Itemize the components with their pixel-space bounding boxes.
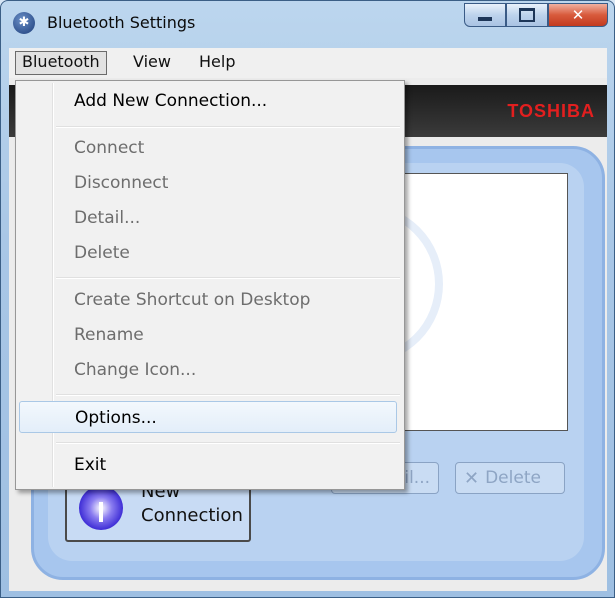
menu-bar: Bluetooth View Help	[9, 48, 607, 79]
menu-separator	[56, 394, 400, 396]
title-bar[interactable]: ✱ Bluetooth Settings ✕	[1, 1, 614, 45]
window-title: Bluetooth Settings	[47, 13, 196, 32]
close-icon: ✕	[571, 6, 585, 24]
delete-button-label: Delete	[485, 468, 541, 488]
minimize-icon	[478, 17, 492, 21]
delete-button[interactable]: ✕ Delete	[455, 462, 565, 494]
menu-item-options[interactable]: Options...	[19, 401, 397, 433]
toshiba-logo: TOSHIBA	[507, 101, 595, 121]
menu-item-exit[interactable]: Exit	[19, 449, 399, 481]
menu-item-add-new-connection[interactable]: Add New Connection...	[19, 85, 399, 117]
menu-separator	[56, 442, 400, 444]
new-connection-label-line2: Connection	[141, 505, 243, 526]
menu-item-disconnect[interactable]: Disconnect	[19, 167, 399, 199]
menu-separator	[56, 126, 400, 128]
delete-x-icon: ✕	[464, 467, 480, 489]
bluetooth-settings-window: ✱ Bluetooth Settings ✕ Bluetooth View He…	[0, 0, 615, 598]
menu-item-detail[interactable]: Detail...	[19, 202, 399, 234]
menu-item-rename[interactable]: Rename	[19, 319, 399, 351]
menu-item-delete[interactable]: Delete	[19, 237, 399, 269]
menu-item-create-shortcut[interactable]: Create Shortcut on Desktop	[19, 284, 399, 316]
menu-view[interactable]: View	[127, 51, 177, 73]
maximize-button[interactable]	[506, 3, 548, 27]
menu-item-connect[interactable]: Connect	[19, 132, 399, 164]
close-button[interactable]: ✕	[548, 3, 608, 27]
bluetooth-menu-dropdown: Add New Connection... Connect Disconnect…	[15, 80, 405, 490]
bluetooth-icon: ✱	[13, 12, 35, 34]
menu-separator	[56, 277, 400, 279]
caption-buttons: ✕	[464, 3, 608, 27]
menu-item-change-icon[interactable]: Change Icon...	[19, 354, 399, 386]
menu-bluetooth[interactable]: Bluetooth	[15, 51, 107, 75]
minimize-button[interactable]	[464, 3, 506, 27]
maximize-icon	[519, 8, 535, 22]
antenna-icon	[79, 486, 123, 530]
menu-help[interactable]: Help	[193, 51, 241, 73]
